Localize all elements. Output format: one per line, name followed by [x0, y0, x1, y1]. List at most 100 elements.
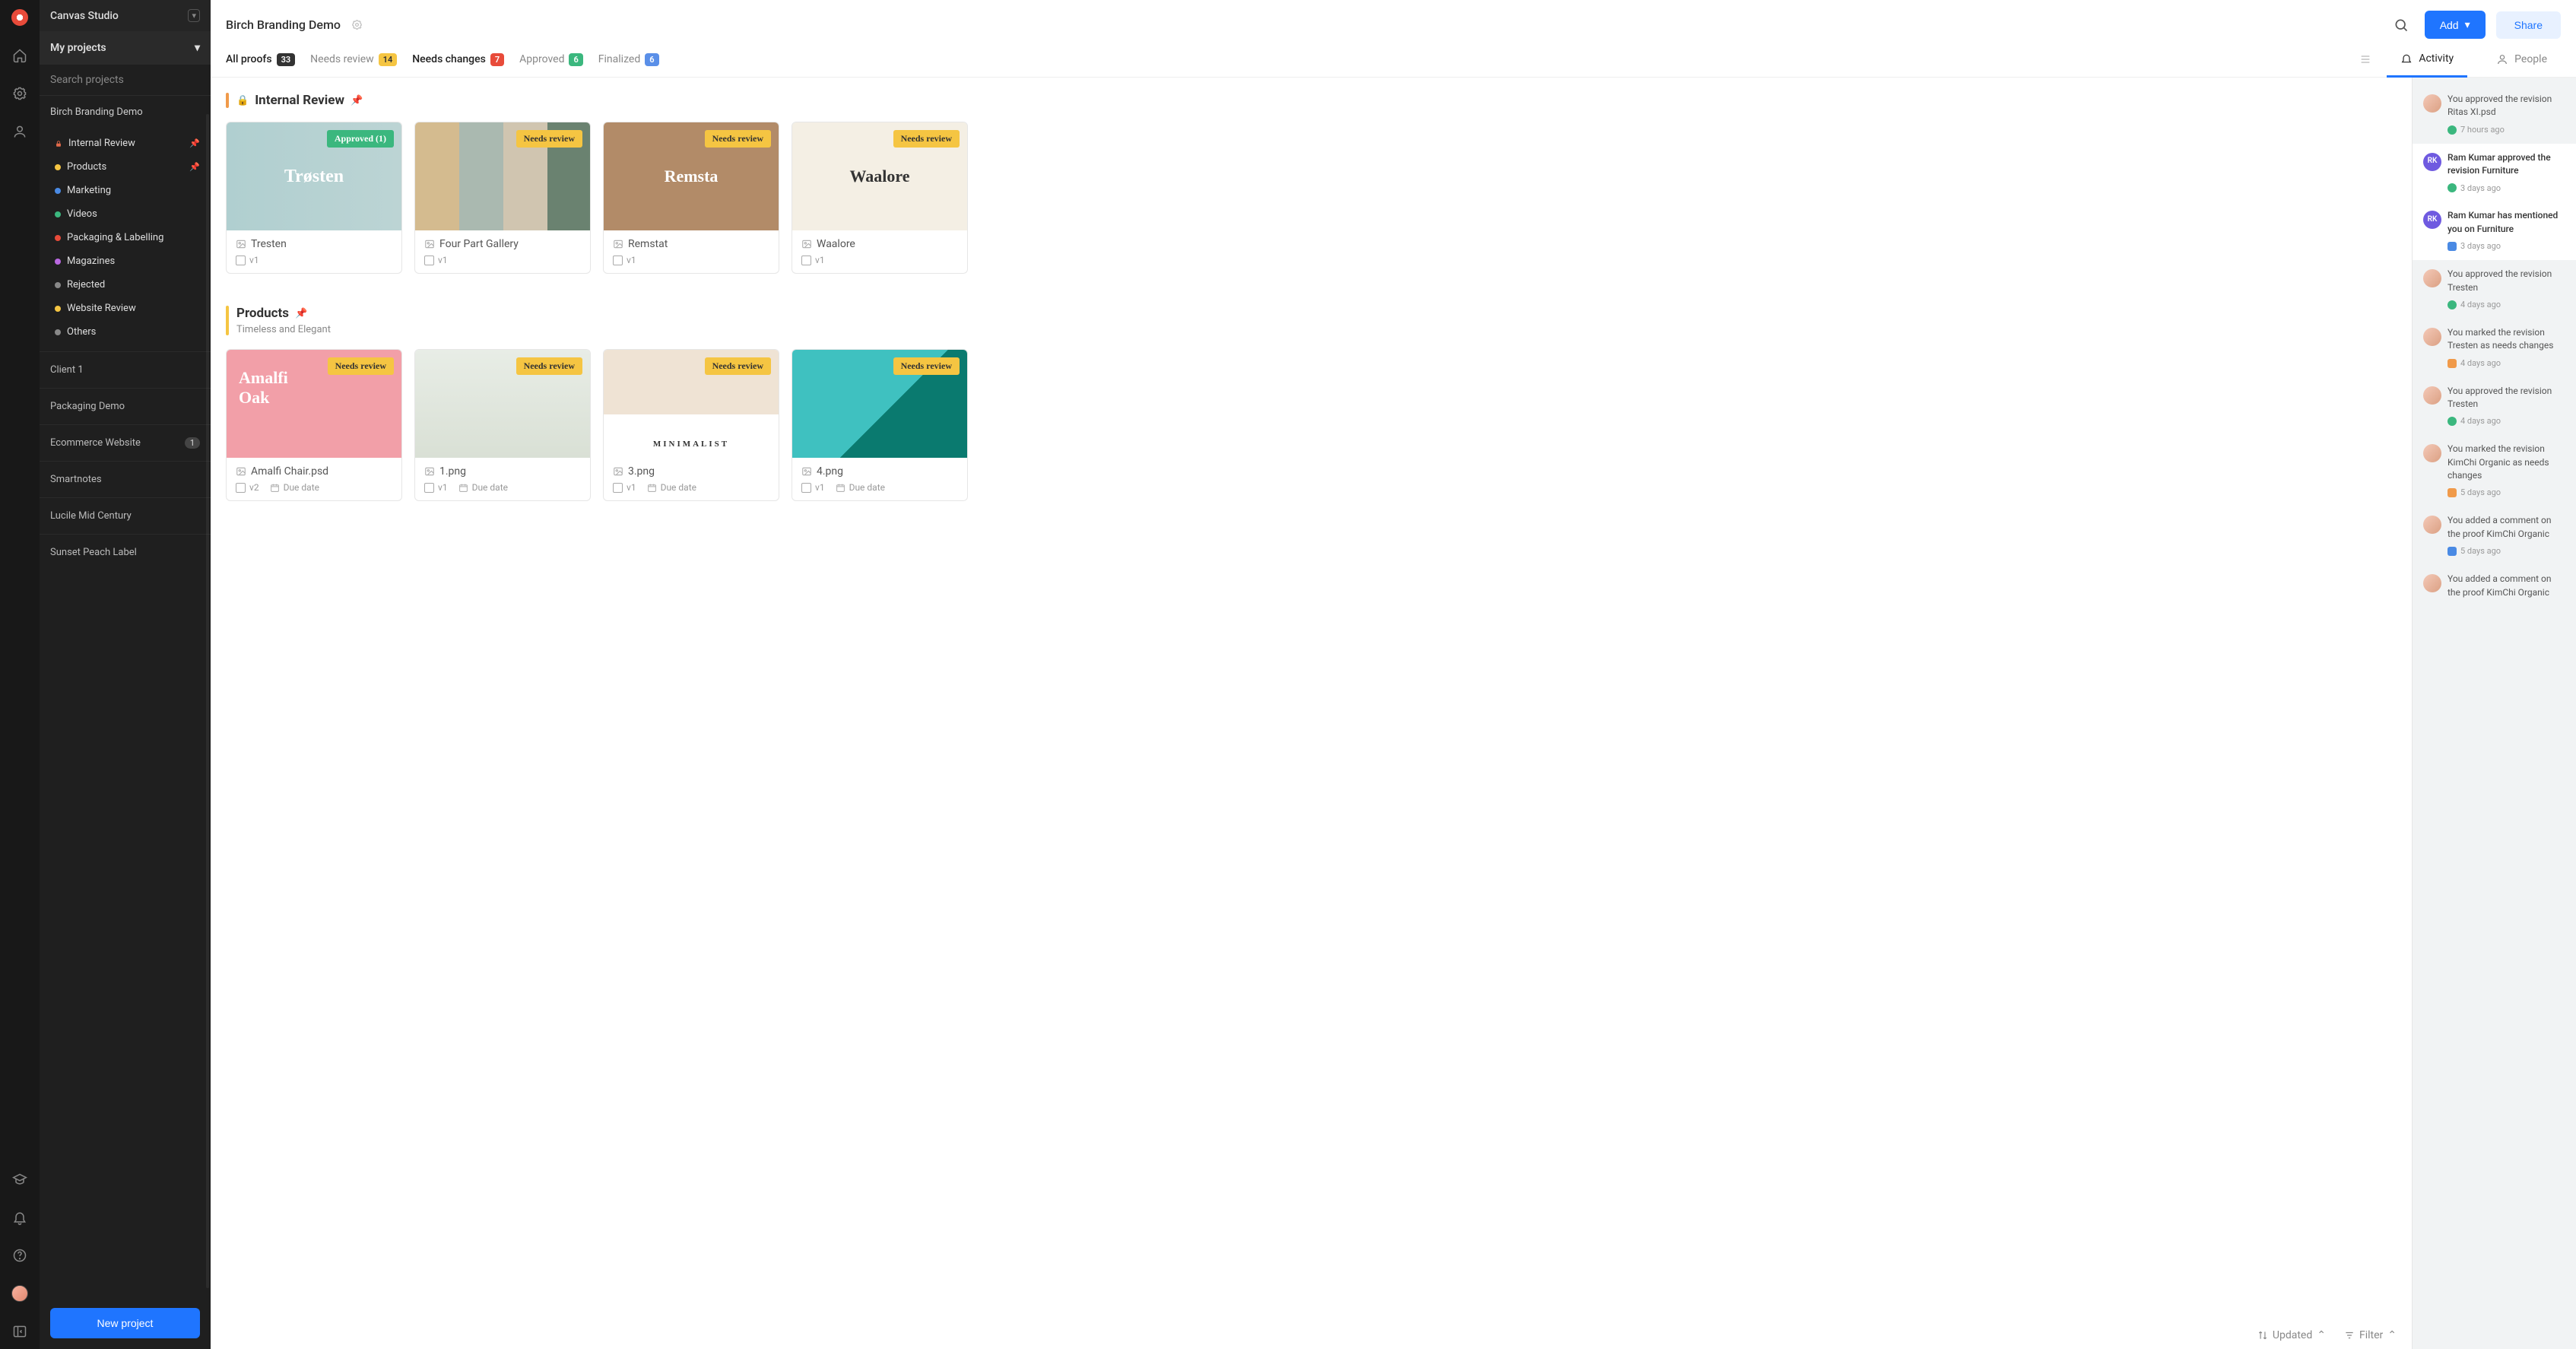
- version-label: v2: [249, 482, 259, 493]
- sidebar-project-item[interactable]: Ecommerce Website1: [40, 424, 211, 461]
- status-dot-icon: [2448, 242, 2457, 251]
- card-name: Amalfi Chair.psd: [236, 465, 392, 478]
- activity-text: Ram Kumar approved the revision Furnitur…: [2448, 151, 2565, 178]
- sidebar-project-item[interactable]: Packaging Demo: [40, 388, 211, 424]
- card-grid: Needs reviewAmalfi Chair.psdv2Due dateNe…: [226, 349, 2397, 501]
- activity-time: 4 days ago: [2460, 415, 2501, 427]
- tab-activity[interactable]: Activity: [2387, 52, 2467, 78]
- activity-item[interactable]: You added a comment on the proof KimChi …: [2413, 506, 2576, 565]
- proof-card[interactable]: Needs review1.pngv1Due date: [414, 349, 591, 501]
- gear-icon[interactable]: [11, 85, 28, 102]
- folder-item[interactable]: Magazines: [40, 249, 211, 273]
- workspace-switcher[interactable]: Canvas Studio ▾: [40, 0, 211, 31]
- folder-item[interactable]: Marketing: [40, 179, 211, 202]
- activity-time: 5 days ago: [2460, 487, 2501, 499]
- activity-item[interactable]: You approved the revision Tresten 4 days …: [2413, 260, 2576, 319]
- activity-panel: You approved the revision Ritas XI.psd7 …: [2412, 78, 2576, 1349]
- status-dot-icon: [2448, 359, 2457, 368]
- pin-icon: 📌: [295, 308, 307, 319]
- search-icon[interactable]: [2388, 12, 2414, 38]
- sort-updated[interactable]: Updated ⌃: [2257, 1329, 2326, 1341]
- filter-tab[interactable]: All proofs33: [226, 53, 295, 77]
- sidebar-project-item[interactable]: Lucile Mid Century: [40, 497, 211, 534]
- version-icon: [801, 483, 811, 493]
- proof-card[interactable]: Needs reviewFour Part Galleryv1: [414, 122, 591, 274]
- activity-time: 4 days ago: [2460, 299, 2501, 311]
- section-header: Products📌 Timeless and Elegant: [226, 306, 2397, 335]
- help-icon[interactable]: [11, 1247, 28, 1264]
- proof-card[interactable]: Needs review4.pngv1Due date: [792, 349, 968, 501]
- folder-item[interactable]: Packaging & Labelling: [40, 226, 211, 249]
- calendar-icon: [270, 483, 280, 493]
- folder-item[interactable]: Others: [40, 320, 211, 344]
- workspace-name: Canvas Studio: [50, 10, 119, 22]
- new-project-button[interactable]: New project: [50, 1308, 200, 1338]
- pin-icon: 📌: [351, 95, 363, 106]
- section-title: Products📌: [236, 306, 331, 321]
- share-button[interactable]: Share: [2496, 11, 2561, 39]
- card-name: Four Part Gallery: [424, 238, 581, 250]
- list-view-icon[interactable]: [2359, 53, 2371, 76]
- activity-item[interactable]: You added a comment on the proof KimChi …: [2413, 565, 2576, 607]
- calendar-icon: [458, 483, 468, 493]
- activity-text: You approved the revision Tresten: [2448, 268, 2565, 294]
- activity-time: 3 days ago: [2460, 240, 2501, 252]
- sidebar-project-item[interactable]: Sunset Peach Label: [40, 534, 211, 570]
- section-title: 🔒Internal Review📌: [236, 93, 363, 108]
- my-projects-header[interactable]: My projects ▾: [40, 31, 211, 65]
- folder-item[interactable]: Website Review: [40, 297, 211, 320]
- folder-item[interactable]: Rejected: [40, 273, 211, 297]
- proof-card[interactable]: Needs reviewAmalfi Chair.psdv2Due date: [226, 349, 402, 501]
- activity-item[interactable]: You marked the revision KimChi Organic a…: [2413, 435, 2576, 506]
- status-chip: Needs review: [516, 357, 582, 375]
- filter-tab[interactable]: Needs review14: [310, 53, 397, 77]
- proof-card[interactable]: Needs review3.pngv1Due date: [603, 349, 779, 501]
- status-dot-icon: [2448, 547, 2457, 556]
- activity-item[interactable]: RKRam Kumar approved the revision Furnit…: [2413, 144, 2576, 202]
- project-title: Birch Branding Demo: [226, 17, 341, 32]
- folder-item[interactable]: Internal Review📌: [40, 132, 211, 155]
- scrollbar[interactable]: [206, 114, 209, 1288]
- image-icon: [236, 466, 246, 477]
- avatar: [2423, 574, 2441, 592]
- sidebar-project-item[interactable]: Client 1: [40, 351, 211, 388]
- activity-item[interactable]: RKRam Kumar has mentioned you on Furnitu…: [2413, 202, 2576, 260]
- user-icon[interactable]: [11, 123, 28, 140]
- home-icon[interactable]: [11, 47, 28, 64]
- filter-tab[interactable]: Needs changes7: [412, 53, 504, 77]
- image-icon: [801, 239, 812, 249]
- version-icon: [613, 483, 623, 493]
- filter-button[interactable]: Filter ⌃: [2344, 1329, 2397, 1341]
- settings-icon[interactable]: [351, 19, 363, 30]
- activity-item[interactable]: You approved the revision Tresten4 days …: [2413, 377, 2576, 436]
- sidebar-project-item[interactable]: Smartnotes: [40, 461, 211, 497]
- filter-tab[interactable]: Approved6: [519, 53, 583, 77]
- filter-tab[interactable]: Finalized6: [598, 53, 659, 77]
- section-subtitle: Timeless and Elegant: [236, 324, 331, 335]
- proof-card[interactable]: Approved (1)Trestenv1: [226, 122, 402, 274]
- bell-icon[interactable]: [11, 1209, 28, 1226]
- sidebar: Canvas Studio ▾ My projects ▾ Search pro…: [40, 0, 211, 1349]
- proof-card[interactable]: Needs reviewRemstatv1: [603, 122, 779, 274]
- version-label: v1: [249, 255, 259, 265]
- tab-people[interactable]: People: [2482, 53, 2561, 76]
- count-badge: 7: [490, 53, 504, 66]
- due-date-label: Due date: [472, 482, 508, 493]
- activity-item[interactable]: You marked the revision Tresten as needs…: [2413, 319, 2576, 377]
- collapse-icon[interactable]: [11, 1323, 28, 1340]
- card-name: Remstat: [613, 238, 769, 250]
- proof-card[interactable]: Needs reviewWaalorev1: [792, 122, 968, 274]
- status-dot-icon: [2448, 488, 2457, 497]
- folder-item[interactable]: Products📌: [40, 155, 211, 179]
- current-project-label[interactable]: Birch Branding Demo: [40, 96, 211, 129]
- app-logo[interactable]: [11, 9, 28, 26]
- version-icon: [236, 256, 246, 265]
- activity-item[interactable]: You approved the revision Ritas XI.psd7 …: [2413, 85, 2576, 144]
- search-projects-input[interactable]: Search projects: [40, 65, 211, 96]
- topbar: Birch Branding Demo Add ▾ Share: [211, 0, 2576, 45]
- user-avatar[interactable]: [11, 1285, 28, 1302]
- card-thumbnail: Needs review: [415, 122, 590, 230]
- add-button[interactable]: Add ▾: [2425, 11, 2486, 39]
- folder-item[interactable]: Videos: [40, 202, 211, 226]
- graduation-icon[interactable]: [11, 1171, 28, 1188]
